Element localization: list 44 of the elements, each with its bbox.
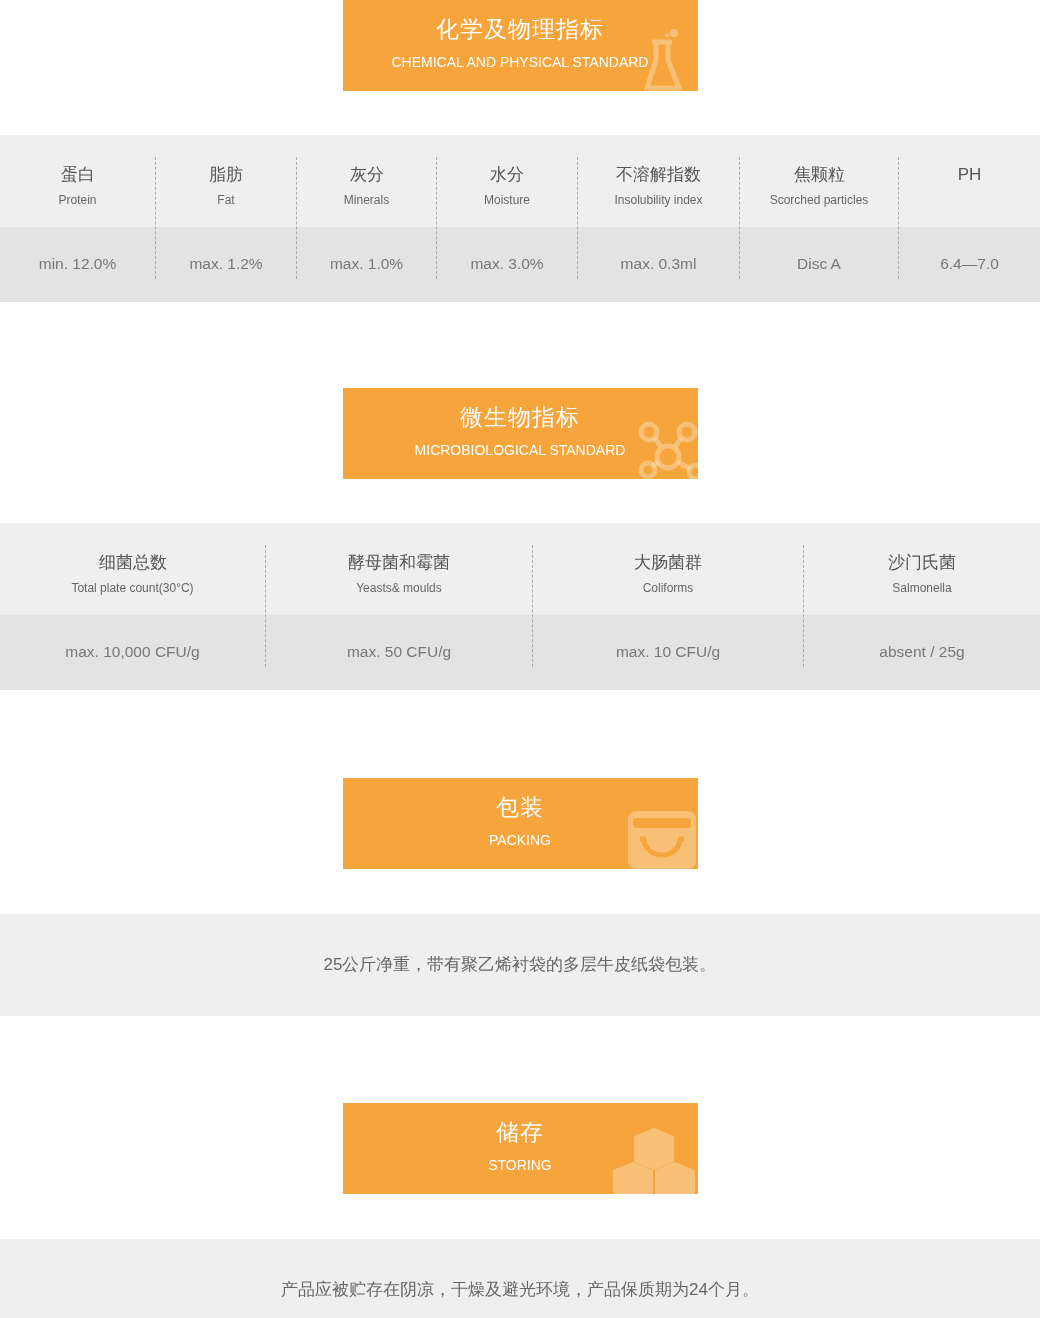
table-cell-text: min. 12.0% <box>37 254 118 274</box>
table-cell-text: max. 3.0% <box>469 254 545 274</box>
column-subheading: Total plate count(30°C) <box>70 580 195 597</box>
column-heading: PH <box>956 166 983 183</box>
banner-subtitle: CHEMICAL AND PHYSICAL STANDARD <box>391 53 649 72</box>
column-heading: 焦颗粒 <box>792 166 846 183</box>
table-cell-text: max. 0.3ml <box>619 254 698 274</box>
column-heading: 不溶解指数 <box>615 166 702 183</box>
table-cell-text: max. 1.0% <box>328 254 405 274</box>
banner-subtitle: PACKING <box>489 831 551 850</box>
column-subheading: Coliforms <box>641 580 695 597</box>
molecule-icon <box>637 420 698 479</box>
column-heading: 水分 <box>489 166 525 183</box>
table-cell-text: max. 1.2% <box>188 254 264 274</box>
column-subheading: Protein <box>57 192 98 209</box>
column-heading: 脂肪 <box>208 166 244 183</box>
column-subheading: Salmonella <box>891 580 953 597</box>
banner-title: 微生物指标 <box>460 406 580 429</box>
banner-subtitle: STORING <box>488 1156 552 1175</box>
banner-subtitle: MICROBIOLOGICAL STANDARD <box>414 441 626 460</box>
table-cell-text: Disc A <box>796 254 842 274</box>
boxes-icon <box>612 1128 695 1194</box>
column-heading: 细菌总数 <box>97 554 168 571</box>
column-subheading: Scorched particles <box>768 192 870 209</box>
column-heading: 大肠菌群 <box>633 554 703 571</box>
column-subheading: Fat <box>216 192 236 209</box>
banner-title: 化学及物理指标 <box>436 18 604 41</box>
column-subheading: Insolubility index <box>613 192 704 209</box>
table-cell-text: 6.4—7.0 <box>939 254 1000 274</box>
column-subheading: Yeasts& moulds <box>355 580 443 597</box>
column-subheading: Minerals <box>342 192 391 209</box>
table-cell-text: absent / 25g <box>878 642 966 662</box>
banner-title: 包装 <box>496 796 544 819</box>
column-heading: 沙门氏菌 <box>887 554 957 571</box>
column-heading: 灰分 <box>348 166 385 183</box>
description-text: 产品应被贮存在阴凉，干燥及避光环境，产品保质期为24个月。 <box>281 1279 759 1302</box>
table-cell-text: max. 10,000 CFU/g <box>64 642 201 662</box>
column-subheading: Moisture <box>483 192 531 209</box>
table-cell-text: max. 50 CFU/g <box>345 642 453 662</box>
description-text: 25公斤净重，带有聚乙烯衬袋的多层牛皮纸袋包装。 <box>323 954 717 977</box>
banner-title: 储存 <box>496 1121 544 1144</box>
table-cell-text: max. 10 CFU/g <box>614 642 722 662</box>
column-heading: 酵母菌和霉菌 <box>347 554 451 571</box>
column-heading: 蛋白 <box>59 166 96 183</box>
